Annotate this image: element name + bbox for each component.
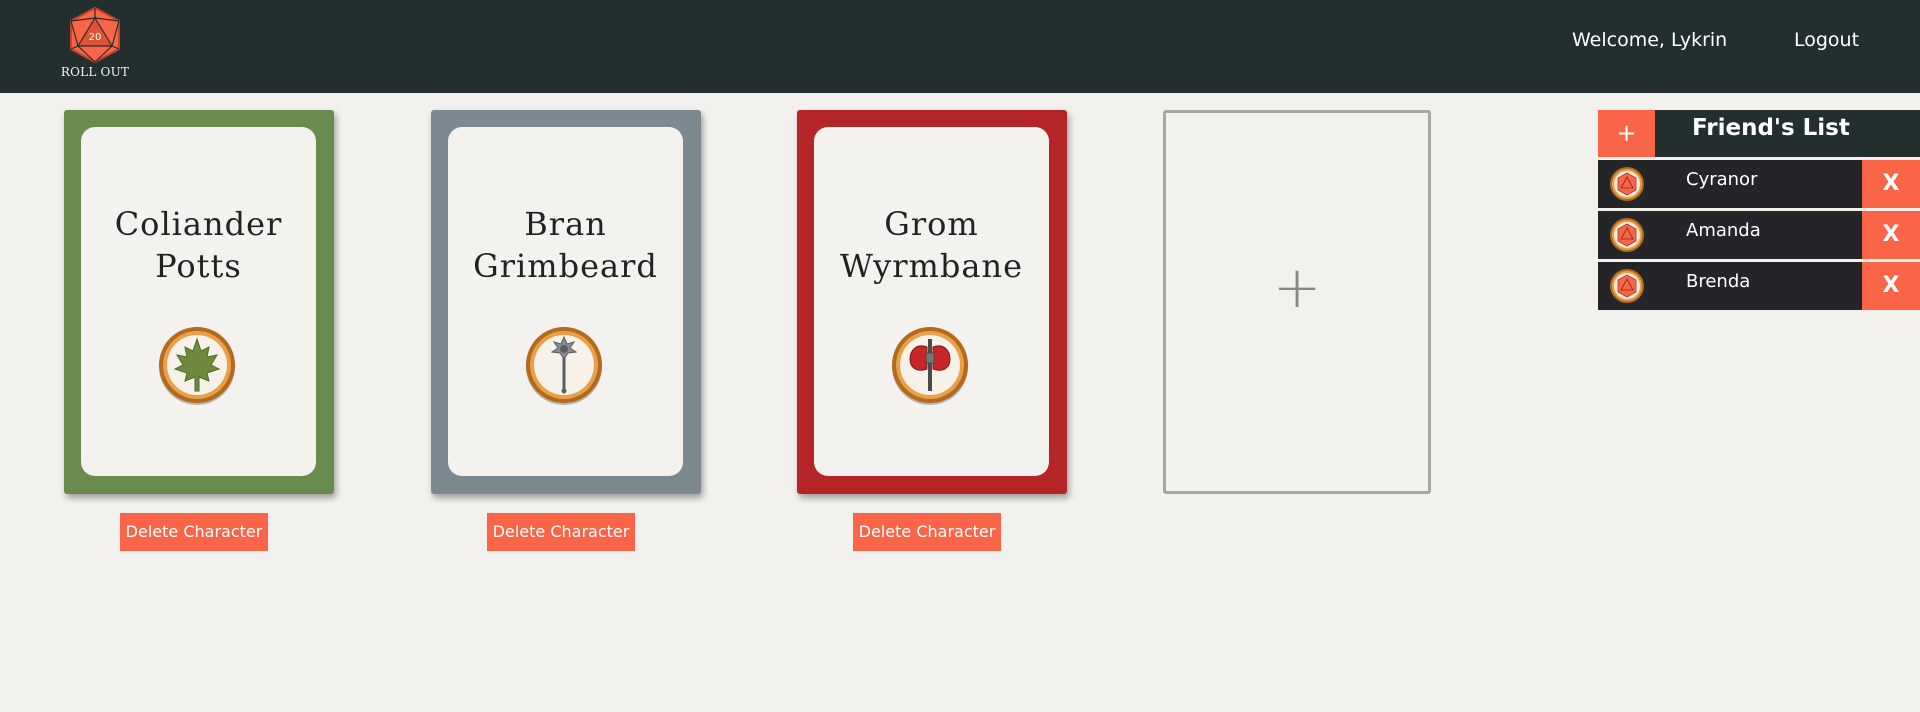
character-card-grom[interactable]: Grom Wyrmbane [797, 110, 1067, 494]
character-card-body: Coliander Potts [81, 127, 316, 476]
friends-list-title: Friend's List [1692, 115, 1850, 141]
character-name: Grom Wyrmbane [839, 205, 1023, 285]
character-name: Bran Grimbeard [473, 205, 658, 285]
friends-list-header: + Friend's List [1598, 110, 1920, 157]
maple-leaf-icon [159, 327, 235, 405]
delete-character-button[interactable]: Delete Character [120, 513, 268, 551]
remove-friend-button[interactable]: X [1862, 262, 1920, 310]
delete-character-button[interactable]: Delete Character [487, 513, 635, 551]
logo-text: ROLL OUT [60, 65, 130, 79]
friend-avatar-d20-icon [1610, 218, 1644, 252]
character-card-coliander[interactable]: Coliander Potts [64, 110, 334, 494]
mace-icon [526, 327, 602, 405]
d20-die-icon: 20 [70, 6, 120, 64]
friend-row[interactable]: Amanda X [1598, 211, 1920, 259]
roll-out-logo[interactable]: 20 ROLL OUT [60, 6, 130, 84]
top-navbar: 20 ROLL OUT Welcome, Lykrin Logout [0, 0, 1920, 93]
friend-row[interactable]: Brenda X [1598, 262, 1920, 310]
friend-row[interactable]: Cyranor X [1598, 160, 1920, 208]
friend-avatar-d20-icon [1610, 167, 1644, 201]
battle-axe-icon [892, 327, 968, 405]
character-card-body: Bran Grimbeard [448, 127, 683, 476]
add-character-card[interactable]: + [1163, 110, 1431, 494]
add-friend-button[interactable]: + [1598, 110, 1655, 157]
remove-friend-button[interactable]: X [1862, 211, 1920, 259]
friend-name: Brenda [1686, 271, 1751, 292]
character-card-body: Grom Wyrmbane [814, 127, 1049, 476]
die-number: 20 [89, 32, 102, 43]
friend-name: Amanda [1686, 220, 1761, 241]
friend-avatar-d20-icon [1610, 269, 1644, 303]
friend-name: Cyranor [1686, 169, 1758, 190]
character-name: Coliander Potts [114, 205, 283, 285]
character-card-bran[interactable]: Bran Grimbeard [431, 110, 701, 494]
remove-friend-button[interactable]: X [1862, 160, 1920, 208]
delete-character-button[interactable]: Delete Character [853, 513, 1001, 551]
welcome-message: Welcome, Lykrin [1572, 29, 1728, 51]
friends-list-panel: + Friend's List Cyranor X Amanda X Brend… [1598, 110, 1920, 310]
plus-icon: + [1272, 253, 1322, 321]
logout-link[interactable]: Logout [1794, 29, 1859, 51]
